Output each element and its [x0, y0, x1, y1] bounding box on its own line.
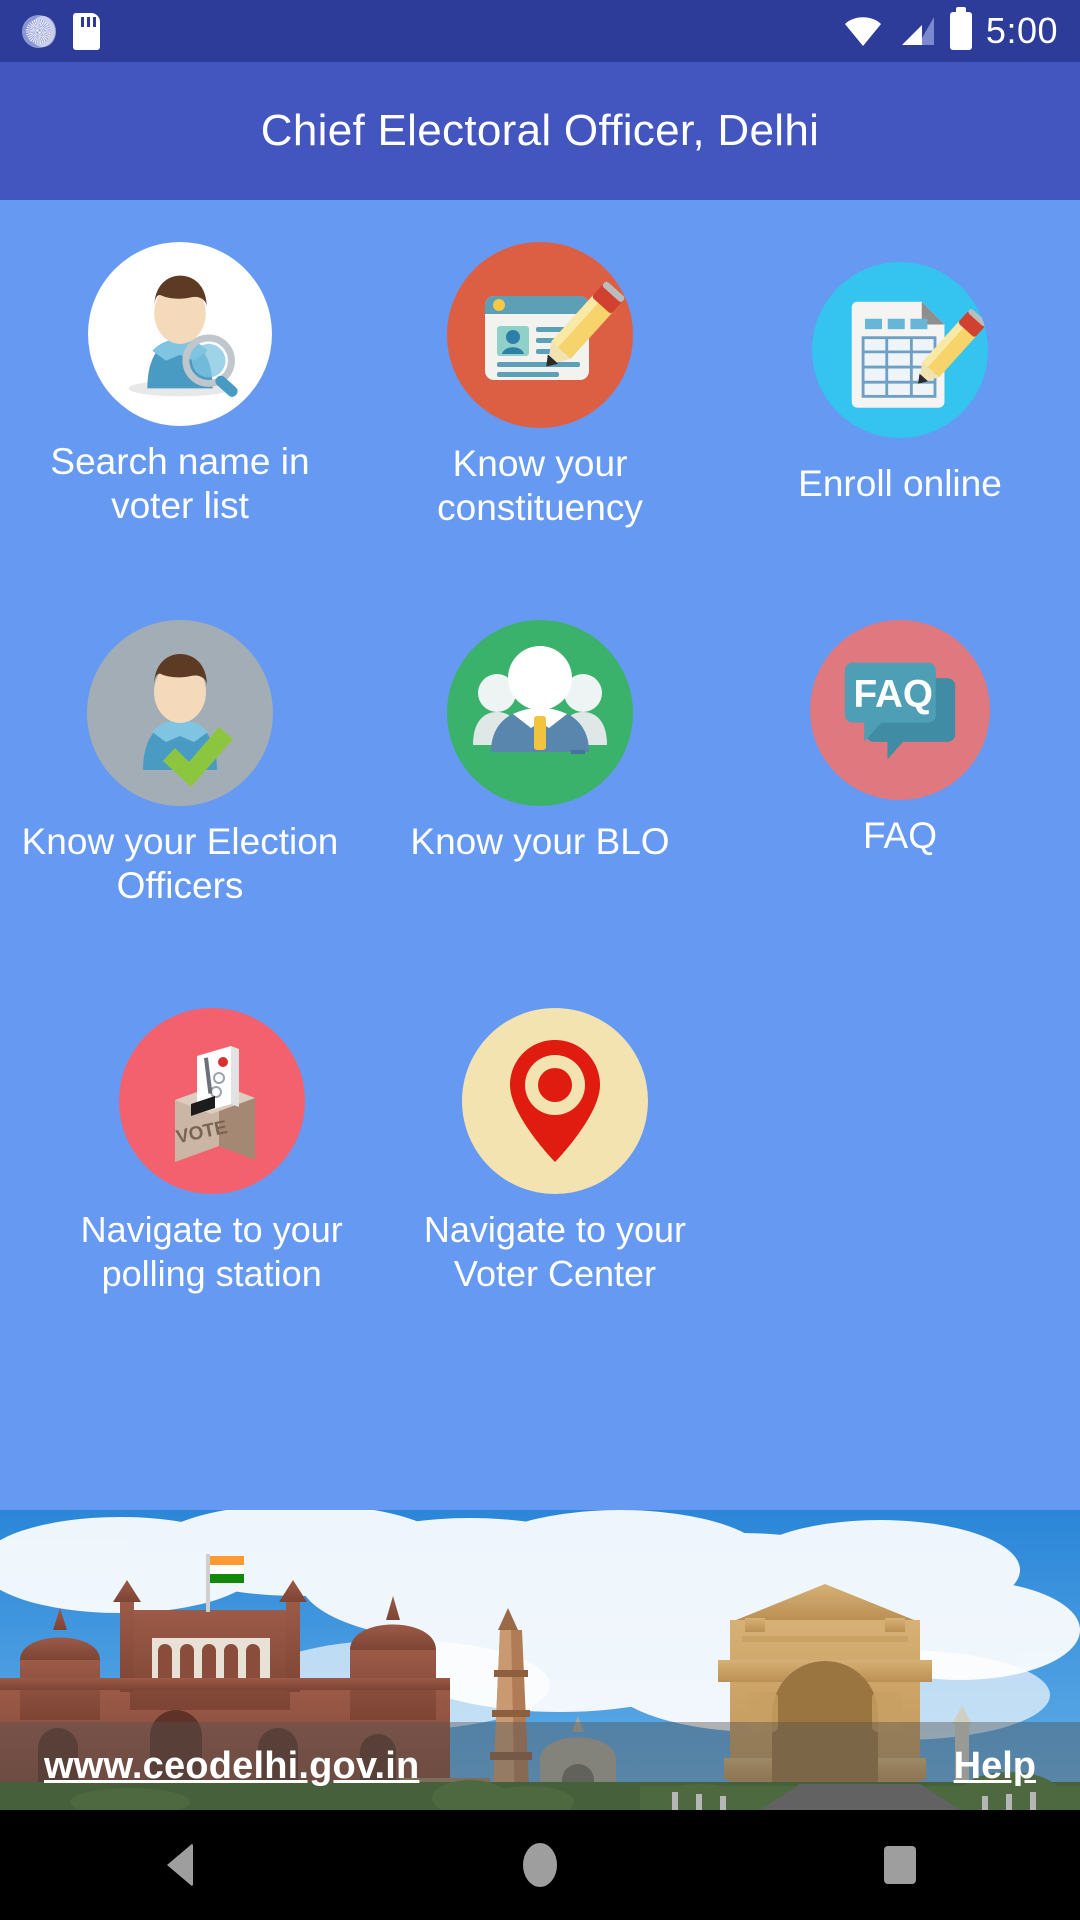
back-icon — [167, 1843, 193, 1887]
menu-row: Search name in voter list Know your cons… — [0, 200, 1080, 590]
menu-grid: Search name in voter list Know your cons… — [0, 200, 1080, 1340]
menu-item-faq[interactable]: FAQ FAQ — [720, 590, 1080, 980]
page-title: Chief Electoral Officer, Delhi — [260, 106, 820, 155]
home-icon — [523, 1843, 557, 1887]
menu-item-label: Know your BLO — [410, 821, 670, 862]
person-check-icon — [87, 620, 273, 806]
website-link[interactable]: www.ceodelhi.gov.in — [44, 1745, 419, 1788]
svg-text:FAQ: FAQ — [853, 673, 933, 716]
help-link[interactable]: Help — [954, 1745, 1036, 1788]
android-navigation-bar — [0, 1810, 1080, 1920]
faq-speech-bubble-icon: FAQ — [810, 620, 990, 800]
sync-icon — [22, 14, 56, 48]
status-bar-right-icons: 5:00 — [842, 7, 1058, 52]
recents-button[interactable] — [820, 1810, 980, 1920]
menu-item-label: Navigate to your polling station — [80, 1209, 343, 1294]
ballot-box-icon: VOTE — [118, 1008, 305, 1194]
menu-item-know-your-constituency[interactable]: Know your constituency — [360, 200, 720, 590]
status-bar-left-icons — [22, 12, 100, 50]
status-bar: 5:00 — [0, 0, 1080, 62]
menu-item-know-your-blo[interactable]: Know your BLO — [360, 590, 720, 980]
recents-icon — [884, 1846, 916, 1884]
menu-row: VOTE Navigate to your polling station Na… — [0, 980, 1080, 1340]
menu-item-label: Search name in voter list — [50, 441, 310, 526]
person-search-icon — [88, 242, 272, 426]
menu-item-label: Enroll online — [798, 463, 1002, 504]
footer-bar: www.ceodelhi.gov.in Help — [0, 1722, 1080, 1810]
menu-item-navigate-voter-center[interactable]: Navigate to your Voter Center — [383, 980, 736, 1340]
menu-item-label: Know your constituency — [437, 443, 643, 528]
menu-row: Know your Election Officers Know your BL… — [0, 590, 1080, 980]
id-card-pencil-icon — [447, 242, 633, 428]
home-button[interactable] — [460, 1810, 620, 1920]
people-group-icon — [447, 620, 633, 806]
menu-item-label: Navigate to your Voter Center — [423, 1209, 687, 1294]
back-button[interactable] — [100, 1810, 260, 1920]
form-table-pencil-icon — [812, 262, 988, 438]
battery-icon — [949, 7, 972, 50]
app-screen: 5:00 Chief Electoral Officer, Delhi Sear… — [0, 0, 1080, 1920]
menu-item-label: FAQ — [862, 815, 938, 856]
menu-item-navigate-polling-station[interactable]: VOTE Navigate to your polling station — [0, 980, 383, 1340]
map-pin-icon — [461, 1008, 648, 1194]
wifi-icon — [842, 15, 884, 47]
status-bar-clock: 5:00 — [985, 10, 1058, 51]
menu-item-know-your-election-officers[interactable]: Know your Election Officers — [0, 590, 360, 980]
menu-item-enroll-online[interactable]: Enroll online — [720, 200, 1080, 590]
cellular-signal-icon — [898, 15, 936, 47]
sd-card-icon — [73, 12, 100, 50]
app-bar: Chief Electoral Officer, Delhi — [0, 62, 1080, 200]
menu-item-search-voter-list[interactable]: Search name in voter list — [0, 200, 360, 590]
menu-item-label: Know your Election Officers — [21, 821, 339, 906]
